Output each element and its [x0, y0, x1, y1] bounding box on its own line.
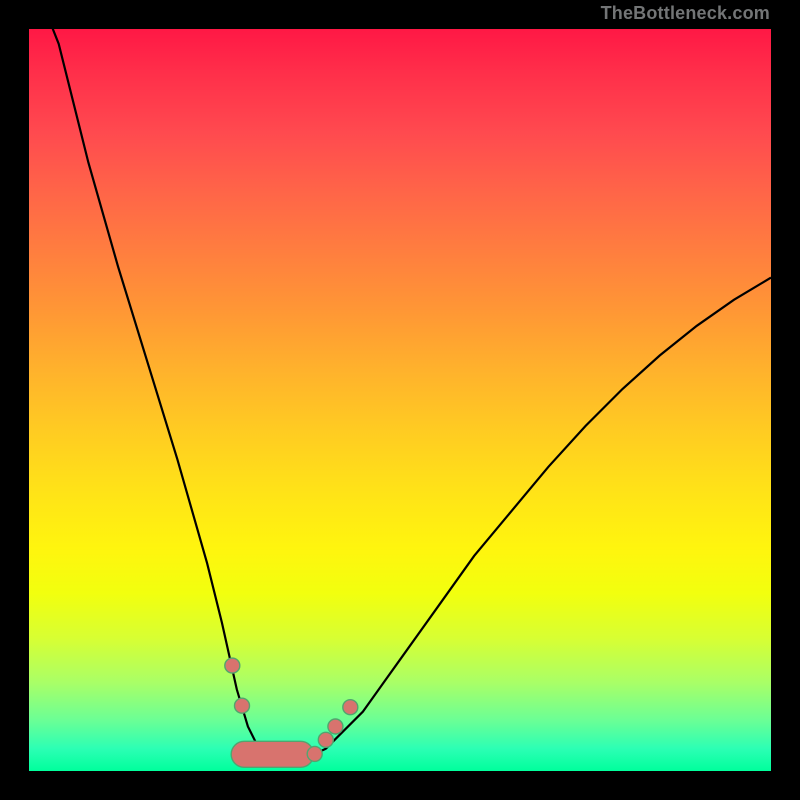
bottleneck-curve [29, 29, 771, 760]
valley-marker-blob [231, 741, 313, 767]
marker-dot [328, 719, 343, 734]
attribution-label: TheBottleneck.com [601, 4, 770, 22]
curve-layer [29, 29, 771, 771]
plot-area [29, 29, 771, 771]
marker-dot [235, 698, 250, 713]
marker-dots [225, 658, 358, 761]
marker-dot [343, 700, 358, 715]
marker-dot [225, 658, 240, 673]
marker-dot [307, 746, 322, 761]
chart-frame: TheBottleneck.com [0, 0, 800, 800]
marker-dot [318, 732, 333, 747]
